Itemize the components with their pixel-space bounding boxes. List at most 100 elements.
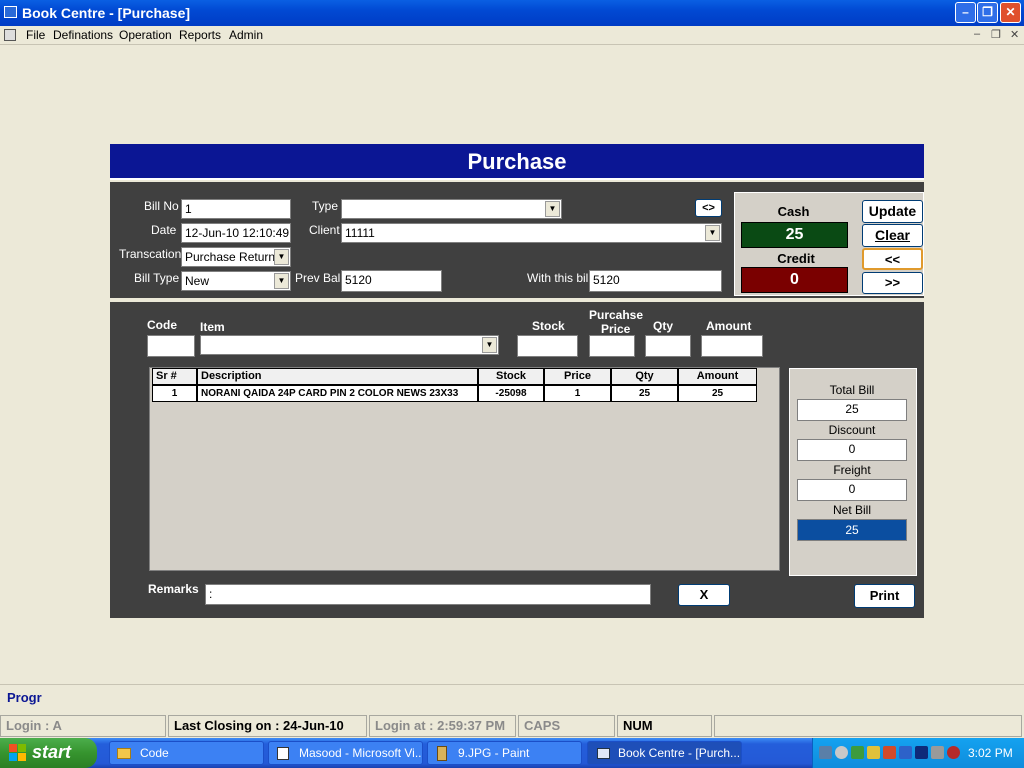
code-input[interactable] [147,335,195,357]
mdi-document-icon[interactable] [4,29,16,41]
windows-logo-icon [9,744,27,762]
price-label-line2: Price [601,322,631,336]
freight-field[interactable]: 0 [797,479,907,501]
bill-type-select[interactable]: New ▼ [181,271,291,291]
prev-bal-label: Prev Bal [295,271,341,285]
credit-value: 0 [741,267,848,293]
menu-file[interactable]: File [26,28,45,42]
item-select[interactable]: ▼ [200,335,499,355]
task-paint[interactable]: 9.JPG - Paint [427,741,582,765]
grid-cell-price[interactable]: 1 [544,385,611,402]
chevron-down-icon[interactable]: ▼ [274,249,289,265]
type-label: Type [312,199,339,213]
grid-header-amount[interactable]: Amount [678,368,757,385]
grid-cell-stock[interactable]: -25098 [478,385,544,402]
paint-icon [437,746,447,761]
security-icon[interactable] [851,746,864,759]
previous-button[interactable]: << [862,248,923,270]
bill-no-field[interactable]: 1 [181,199,291,219]
qty-label: Qty [653,319,674,333]
grid-header-stock[interactable]: Stock [478,368,544,385]
bluetooth-icon[interactable] [899,746,912,759]
menu-admin[interactable]: Admin [229,28,263,42]
app-icon [597,748,610,759]
remarks-input[interactable]: : [205,584,651,605]
bill-no-label: Bill No [144,199,179,213]
discount-label: Discount [828,423,876,437]
shield-icon[interactable] [883,746,896,759]
total-bill-field[interactable]: 25 [797,399,907,421]
bill-type-value: New [185,274,210,288]
grid-header-price[interactable]: Price [544,368,611,385]
update-button[interactable]: Update [862,200,923,223]
grid-cell-description[interactable]: NORANI QAIDA 24P CARD PIN 2 COLOR NEWS 2… [197,385,478,402]
amount-label: Amount [706,319,752,333]
price-input[interactable] [589,335,635,357]
remarks-label: Remarks [148,582,199,596]
type-select[interactable]: ▼ [341,199,562,219]
chevron-down-icon[interactable]: ▼ [482,337,497,353]
clock: 3:02 PM [968,746,1013,760]
close-button[interactable]: ✕ [1000,2,1021,23]
network-icon[interactable] [819,746,832,759]
print-button[interactable]: Print [854,584,915,608]
chevron-down-icon[interactable]: ▼ [705,225,720,241]
swap-button[interactable]: <> [695,199,722,217]
monitor-icon[interactable] [915,746,928,759]
restore-button[interactable]: ❐ [977,2,998,23]
client-select[interactable]: 11111 ▼ [341,223,722,243]
transaction-label: Transcation [119,247,182,261]
task-visual-basic[interactable]: Masood - Microsoft Vi... [268,741,423,765]
mdi-close-icon[interactable]: ✕ [1010,28,1019,41]
pencil-icon[interactable] [867,746,880,759]
minimize-button[interactable]: – [955,2,976,23]
discount-field[interactable]: 0 [797,439,907,461]
date-label: Date [151,223,177,237]
grid-cell-qty[interactable]: 25 [611,385,678,402]
status-bar: Login : A Last Closing on : 24-Jun-10 Lo… [0,713,1024,739]
clear-button[interactable]: Clear [862,224,923,247]
app-icon [4,6,17,18]
transaction-select[interactable]: Purchase Return ▼ [181,247,291,267]
task-code[interactable]: Code [109,741,264,765]
menu-operation[interactable]: Operation [119,28,172,42]
menu-reports[interactable]: Reports [179,28,221,42]
status-num: NUM [617,715,712,737]
amount-input[interactable] [701,335,763,357]
menu-definations[interactable]: Definations [53,28,113,42]
date-field[interactable]: 12-Jun-10 12:10:49 P [181,223,291,243]
client-label: Client [309,223,340,237]
grid-header-qty[interactable]: Qty [611,368,678,385]
volume-icon[interactable] [931,746,944,759]
stock-input[interactable] [517,335,578,357]
grid-header-description[interactable]: Description [197,368,478,385]
price-label-line1: Purcahse [589,308,644,322]
disc-icon[interactable] [835,746,848,759]
total-bill-label: Total Bill [829,383,875,397]
next-button[interactable]: >> [862,272,923,294]
items-grid[interactable]: Sr # Description Stock Price Qty Amount … [149,367,780,571]
taskbar: start Code Masood - Microsoft Vi... 9.JP… [0,738,1024,768]
system-tray: 3:02 PM [812,738,1024,768]
with-this-bill-label: With this bill [527,271,592,285]
cash-label: Cash [777,204,810,219]
mdi-minimize-icon[interactable]: – [974,28,980,40]
grid-header-sr[interactable]: Sr # [152,368,197,385]
grid-cell-sr[interactable]: 1 [152,385,197,402]
net-bill-field: 25 [797,519,907,541]
with-this-bill-field[interactable]: 5120 [589,270,722,292]
title-bar: Book Centre - [Purchase] – ❐ ✕ [0,0,1024,26]
mdi-restore-icon[interactable]: ❐ [991,28,1001,41]
task-book-centre[interactable]: Book Centre - [Purch... [587,741,742,765]
prev-bal-field[interactable]: 5120 [341,270,442,292]
chevron-down-icon[interactable]: ▼ [545,201,560,217]
grid-cell-amount[interactable]: 25 [678,385,757,402]
antivirus-icon[interactable] [947,746,960,759]
qty-input[interactable] [645,335,691,357]
status-login-at: Login at : 2:59:37 PM [369,715,516,737]
status-empty-panel [714,715,1022,737]
clear-remarks-button[interactable]: X [678,584,730,606]
transaction-value: Purchase Return [185,250,276,264]
start-button[interactable]: start [0,738,97,768]
chevron-down-icon[interactable]: ▼ [274,273,289,289]
